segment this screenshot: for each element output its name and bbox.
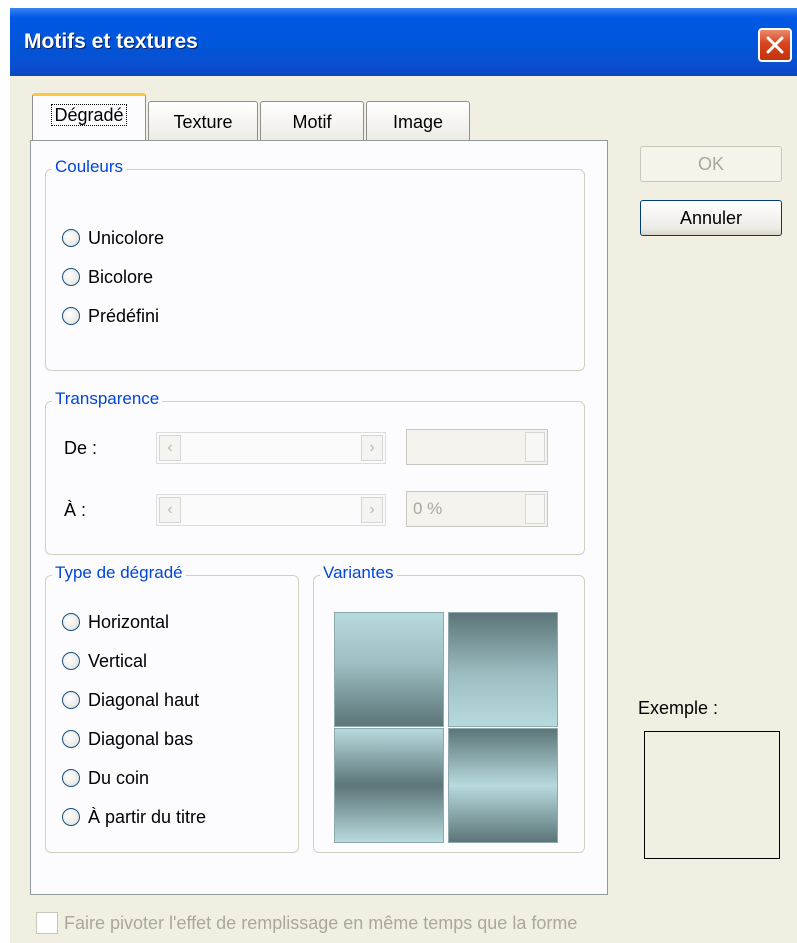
radio-horizontal[interactable]: Horizontal xyxy=(62,609,169,635)
tab-degrade[interactable]: Dégradé xyxy=(32,93,146,141)
radio-unicolore-label: Unicolore xyxy=(88,227,165,248)
radio-unicolore[interactable]: Unicolore xyxy=(62,225,164,251)
radio-button[interactable] xyxy=(62,613,80,631)
radio-button[interactable] xyxy=(62,307,80,325)
radio-bicolore[interactable]: Bicolore xyxy=(62,264,153,290)
rotate-fill-label: Faire pivoter l'effet de remplissage en … xyxy=(64,912,578,933)
rotate-fill-checkbox-row[interactable]: Faire pivoter l'effet de remplissage en … xyxy=(36,912,577,934)
de-label: De : xyxy=(64,438,98,458)
radio-partir-titre[interactable]: À partir du titre xyxy=(62,804,206,830)
tab-panel: Couleurs Unicolore Bicolore Prédéfini Tr… xyxy=(30,140,608,895)
tab-motif[interactable]: Motif xyxy=(260,101,364,141)
type-degrade-group: Type de dégradé Horizontal Vertical Diag… xyxy=(45,563,299,853)
radio-bicolore-label: Bicolore xyxy=(88,266,154,287)
spin-arrows-icon[interactable] xyxy=(525,494,545,524)
radio-diagonal-bas[interactable]: Diagonal bas xyxy=(62,726,193,752)
radio-predefini[interactable]: Prédéfini xyxy=(62,303,159,329)
transparence-group: Transparence De : ‹ › À : ‹ › 0 % xyxy=(45,389,585,555)
a-slider[interactable]: ‹ › xyxy=(156,494,386,526)
radio-button[interactable] xyxy=(62,691,80,709)
radio-vertical-label: Vertical xyxy=(88,650,148,671)
annuler-button[interactable]: Annuler xyxy=(640,200,782,236)
variantes-group: Variantes xyxy=(313,563,585,853)
radio-button[interactable] xyxy=(62,229,80,247)
a-label: À : xyxy=(64,500,87,520)
radio-diagonal-bas-label: Diagonal bas xyxy=(88,728,194,749)
radio-predefini-label: Prédéfini xyxy=(88,305,160,326)
transparence-legend: Transparence xyxy=(52,389,163,409)
radio-button[interactable] xyxy=(62,730,80,748)
variant-swatch-2[interactable] xyxy=(448,612,558,727)
radio-button[interactable] xyxy=(62,808,80,826)
chevron-right-icon[interactable]: › xyxy=(361,497,383,523)
tab-strip: Dégradé Texture Motif Image xyxy=(32,93,612,141)
close-icon xyxy=(766,36,784,54)
tab-texture[interactable]: Texture xyxy=(148,101,258,141)
dialog-title: Motifs et textures xyxy=(24,30,198,53)
variant-swatch-3[interactable] xyxy=(334,728,444,843)
radio-button[interactable] xyxy=(62,769,80,787)
exemple-label: Exemple : xyxy=(638,698,719,718)
variant-swatch-4[interactable] xyxy=(448,728,558,843)
tab-image[interactable]: Image xyxy=(366,101,470,141)
de-spinner[interactable] xyxy=(406,429,548,465)
title-bar[interactable]: Motifs et textures xyxy=(10,8,797,76)
chevron-left-icon[interactable]: ‹ xyxy=(159,435,181,461)
radio-button[interactable] xyxy=(62,652,80,670)
couleurs-group: Couleurs Unicolore Bicolore Prédéfini xyxy=(45,157,585,371)
a-value: 0 % xyxy=(413,499,443,518)
radio-diagonal-haut-label: Diagonal haut xyxy=(88,689,200,710)
chevron-left-icon[interactable]: ‹ xyxy=(159,497,181,523)
tab-degrade-label: Dégradé xyxy=(51,104,127,126)
tab-image-label: Image xyxy=(392,112,444,132)
de-slider[interactable]: ‹ › xyxy=(156,432,386,464)
type-degrade-legend: Type de dégradé xyxy=(52,563,186,583)
radio-vertical[interactable]: Vertical xyxy=(62,648,147,674)
rotate-fill-checkbox[interactable] xyxy=(36,912,58,934)
close-button[interactable] xyxy=(758,28,792,62)
dialog-window: Motifs et textures Dégradé Texture Motif… xyxy=(10,8,797,943)
variant-swatch-1[interactable] xyxy=(334,612,444,727)
radio-partir-titre-label: À partir du titre xyxy=(88,806,207,827)
chevron-right-icon[interactable]: › xyxy=(361,435,383,461)
radio-diagonal-haut[interactable]: Diagonal haut xyxy=(62,687,199,713)
tab-motif-label: Motif xyxy=(292,112,332,132)
a-spinner[interactable]: 0 % xyxy=(406,491,548,527)
variantes-legend: Variantes xyxy=(320,563,397,583)
spin-arrows-icon[interactable] xyxy=(525,432,545,462)
ok-button[interactable]: OK xyxy=(640,146,782,182)
radio-du-coin[interactable]: Du coin xyxy=(62,765,149,791)
tab-texture-label: Texture xyxy=(173,112,233,132)
exemple-preview xyxy=(644,731,780,859)
radio-du-coin-label: Du coin xyxy=(88,767,150,788)
radio-horizontal-label: Horizontal xyxy=(88,611,170,632)
couleurs-legend: Couleurs xyxy=(52,157,127,177)
radio-button[interactable] xyxy=(62,268,80,286)
